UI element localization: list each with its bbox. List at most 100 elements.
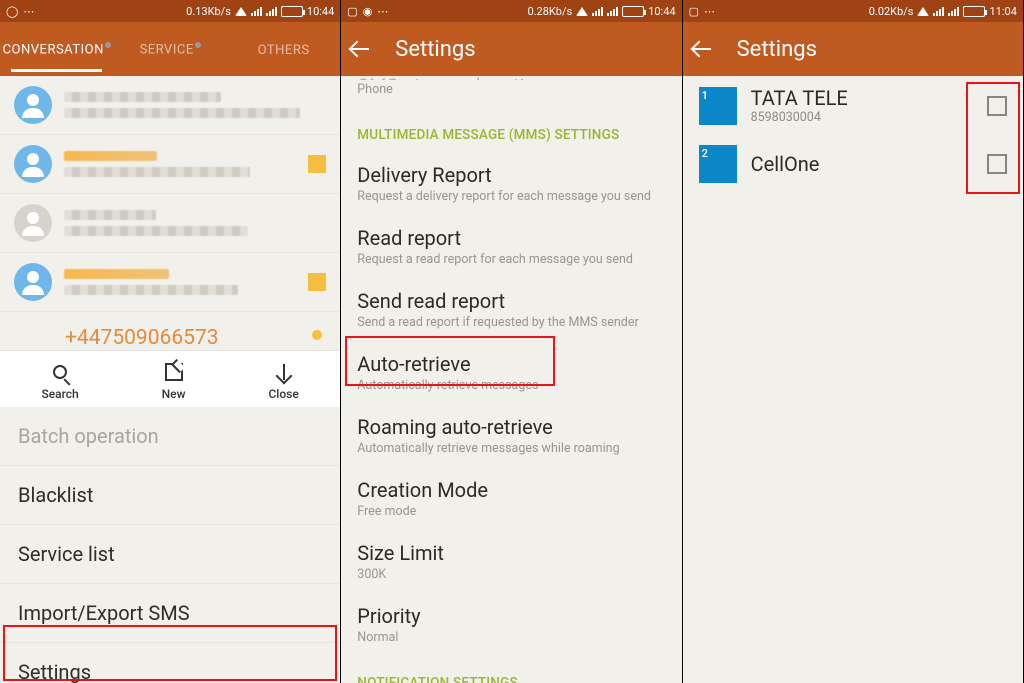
battery-icon (622, 6, 644, 17)
tab-others-label: OTHERS (258, 43, 310, 58)
checkbox[interactable] (987, 154, 1007, 174)
network-speed: 0.28Kb/s (527, 5, 572, 18)
location-icon: ◉ (363, 5, 373, 18)
panel-sim-select: ▢ ⋯ 0.02Kb/s 11:04 Settings 1 TATA TELE … (683, 0, 1024, 683)
menu-batch-operation[interactable]: Batch operation (0, 407, 340, 466)
status-bar: ▢ ⋯ 0.02Kb/s 11:04 (683, 0, 1023, 22)
setting-subtitle: 300K (357, 567, 665, 582)
gallery-icon: ▢ (689, 5, 699, 18)
new-label: New (162, 387, 186, 401)
tab-service-label: SERVICE (140, 43, 194, 58)
menu-sheet: Batch operation Blacklist Service list I… (0, 407, 340, 683)
sim-name: TATA TELE (751, 86, 848, 110)
setting-send-read-report[interactable]: Send read report Send a read report if r… (341, 279, 681, 342)
list-item[interactable] (0, 76, 340, 135)
setting-title: Auto-retrieve (357, 352, 665, 376)
signal2-icon (948, 6, 959, 16)
more-icon: ⋯ (377, 5, 389, 18)
network-speed: 0.02Kb/s (869, 5, 914, 18)
wifi-icon (917, 7, 929, 16)
menu-settings[interactable]: Settings (0, 643, 340, 683)
signal1-icon (933, 6, 944, 16)
setting-title: Creation Mode (357, 478, 665, 502)
list-item[interactable] (0, 135, 340, 194)
more-icon: ⋯ (704, 5, 716, 18)
signal2-icon (607, 6, 618, 16)
setting-title: Delivery Report (357, 163, 665, 187)
tab-conversation-label: CONVERSATION (3, 43, 104, 58)
avatar (14, 204, 52, 242)
setting-title: Read report (357, 226, 665, 250)
avatar (14, 145, 52, 183)
unread-badge (308, 155, 326, 173)
search-icon (53, 365, 67, 379)
signal1-icon (592, 6, 603, 16)
clock: 11:04 (989, 5, 1016, 18)
back-button[interactable] (693, 37, 717, 61)
setting-roaming-auto-retrieve[interactable]: Roaming auto-retrieve Automatically retr… (341, 405, 681, 468)
panel-settings: ▢ ◉ ⋯ 0.28Kb/s 10:44 Settings SMS storag… (341, 0, 682, 683)
setting-priority[interactable]: Priority Normal (341, 594, 681, 657)
sim-icon: 2 (699, 145, 737, 183)
sim-item-1[interactable]: 1 TATA TELE 8598030004 (683, 76, 1023, 135)
sim-name: CellOne (751, 152, 820, 176)
search-button[interactable]: Search (41, 359, 78, 401)
tab-conversation[interactable]: CONVERSATION (0, 26, 113, 71)
setting-subtitle: Normal (357, 630, 665, 645)
compose-icon (165, 363, 183, 381)
menu-blacklist[interactable]: Blacklist (0, 466, 340, 525)
sim-number: 8598030004 (751, 110, 848, 125)
clock: 10:44 (648, 5, 675, 18)
setting-storage-value: Phone (357, 82, 665, 97)
gallery-icon: ▢ (347, 5, 357, 18)
section-mms: MULTIMEDIA MESSAGE (MMS) SETTINGS (341, 109, 681, 153)
app-icon: ◯ (6, 5, 18, 18)
checkbox[interactable] (987, 96, 1007, 116)
setting-subtitle: Request a delivery report for each messa… (357, 189, 665, 204)
settings-header: Settings (683, 22, 1023, 76)
setting-creation-mode[interactable]: Creation Mode Free mode (341, 468, 681, 531)
setting-subtitle: Request a read report for each message y… (357, 252, 665, 267)
setting-subtitle: Free mode (357, 504, 665, 519)
setting-title: Size Limit (357, 541, 665, 565)
signal2-icon (266, 6, 277, 16)
chevron-down-icon (276, 364, 292, 380)
menu-import-export[interactable]: Import/Export SMS (0, 584, 340, 643)
status-bar: ◯ ⋯ 0.13Kb/s 10:44 (0, 0, 340, 22)
setting-size-limit[interactable]: Size Limit 300K (341, 531, 681, 594)
partial-phone-number: +447509066573 (0, 312, 340, 350)
search-label: Search (41, 387, 78, 401)
more-icon: ⋯ (23, 5, 35, 18)
clock: 10:44 (307, 5, 334, 18)
setting-title: Priority (357, 604, 665, 628)
menu-service-list[interactable]: Service list (0, 525, 340, 584)
setting-sms-storage[interactable]: SMS storage location Phone (341, 64, 681, 109)
wifi-icon (235, 7, 247, 16)
new-button[interactable]: New (162, 359, 186, 401)
action-bar: Search New Close (0, 350, 340, 407)
section-notification: NOTIFICATION SETTINGS (341, 657, 681, 683)
setting-auto-retrieve[interactable]: Auto-retrieve Automatically retrieve mes… (341, 342, 681, 405)
setting-subtitle: Send a read report if requested by the M… (357, 315, 665, 330)
setting-subtitle: Automatically retrieve messages while ro… (357, 441, 665, 456)
sim-item-2[interactable]: 2 CellOne (683, 135, 1023, 193)
setting-read-report[interactable]: Read report Request a read report for ea… (341, 216, 681, 279)
sim-icon: 1 (699, 87, 737, 125)
tab-service[interactable]: SERVICE (113, 26, 226, 71)
battery-icon (281, 6, 303, 17)
avatar (14, 263, 52, 301)
wifi-icon (576, 7, 588, 16)
list-item[interactable] (0, 253, 340, 312)
setting-delivery-report[interactable]: Delivery Report Request a delivery repor… (341, 153, 681, 216)
close-button[interactable]: Close (268, 359, 298, 401)
back-button[interactable] (351, 37, 375, 61)
setting-subtitle: Automatically retrieve messages (357, 378, 665, 393)
setting-title: Roaming auto-retrieve (357, 415, 665, 439)
setting-title: Send read report (357, 289, 665, 313)
status-bar: ▢ ◉ ⋯ 0.28Kb/s 10:44 (341, 0, 681, 22)
tab-others[interactable]: OTHERS (227, 27, 340, 72)
battery-icon (963, 6, 985, 17)
tab-bar: CONVERSATION SERVICE OTHERS (0, 22, 340, 76)
page-title: Settings (737, 37, 817, 62)
list-item[interactable] (0, 194, 340, 253)
